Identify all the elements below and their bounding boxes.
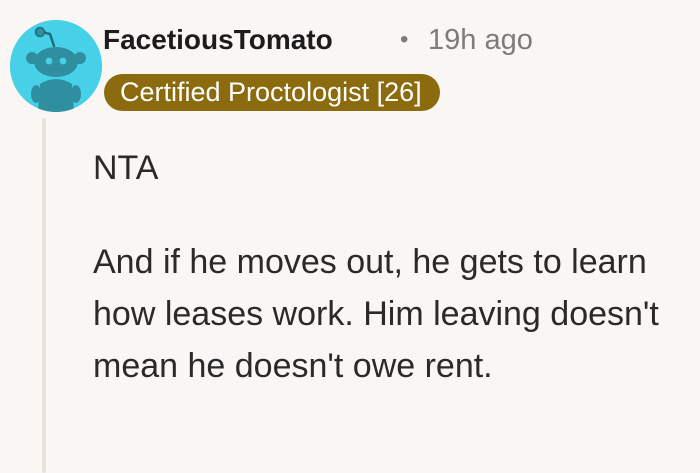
thread-line[interactable] — [42, 118, 46, 473]
meta-separator: • — [400, 26, 409, 53]
user-avatar[interactable] — [10, 20, 102, 112]
snoo-avatar-icon — [10, 20, 102, 112]
user-flair-badge: Certified Proctologist [26] — [104, 74, 440, 111]
author-username[interactable]: FacetiousTomato — [103, 20, 333, 60]
comment-paragraph: NTA — [93, 149, 159, 187]
comment: FacetiousTomato • 19h ago Certified Proc… — [0, 0, 700, 473]
comment-paragraph: And if he moves out, he gets to learn ho… — [93, 243, 659, 385]
timestamp[interactable]: 19h ago — [428, 20, 533, 60]
comment-body: NTA And if he moves out, he gets to lear… — [93, 142, 683, 392]
